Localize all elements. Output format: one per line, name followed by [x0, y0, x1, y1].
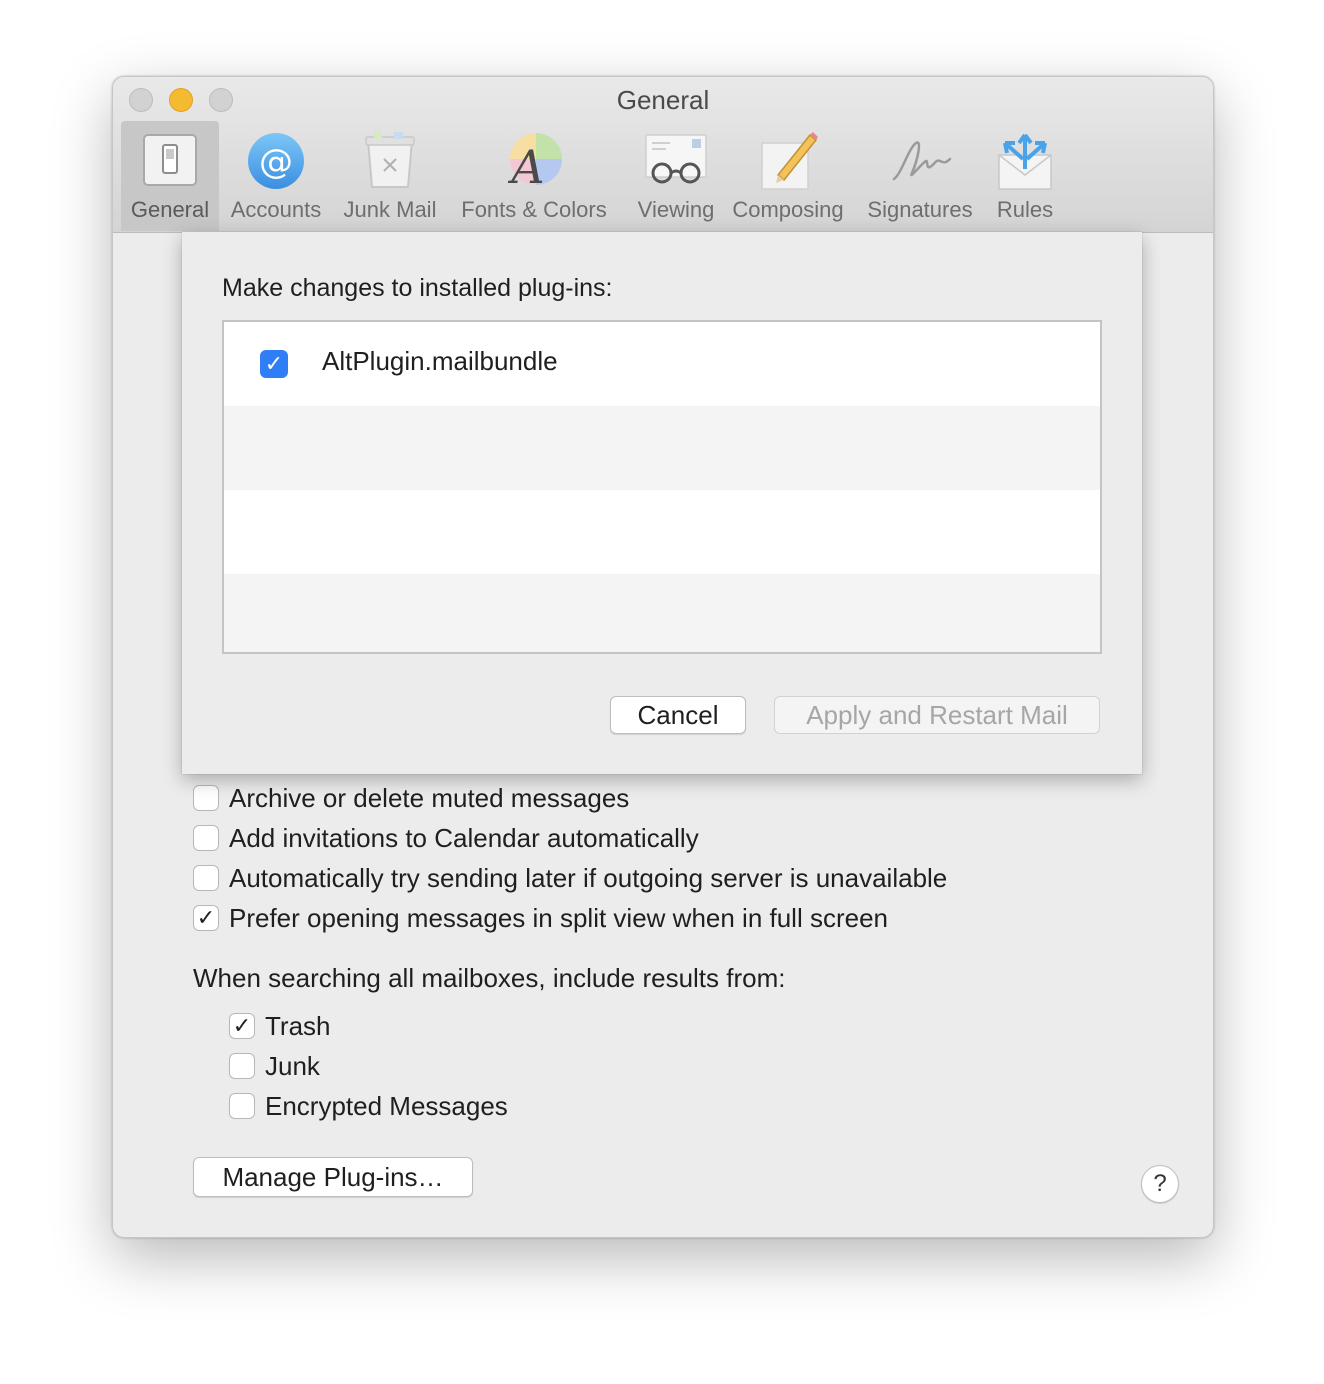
toolbar-tab-fonts-colors[interactable]: A Fonts & Colors — [451, 121, 617, 231]
toolbar-tab-junk-mail[interactable]: Junk Mail — [335, 121, 445, 231]
signature-icon — [892, 141, 952, 181]
manage-plugins-sheet: Make changes to installed plug-ins: ✓ Al… — [182, 232, 1142, 774]
glasses-icon — [645, 134, 707, 184]
font-color-icon: A — [507, 133, 562, 193]
apply-restart-button[interactable]: Apply and Restart Mail — [774, 696, 1100, 734]
toolbar-tab-accounts[interactable]: @ Accounts — [223, 121, 329, 231]
toolbar-label: Viewing — [637, 197, 715, 222]
checkbox-checked[interactable]: ✓ — [229, 1013, 255, 1039]
toolbar-tab-rules[interactable]: Rules — [985, 121, 1065, 231]
option-label: Junk — [265, 1051, 320, 1081]
plugin-name: AltPlugin.mailbundle — [322, 346, 558, 376]
toolbar-label: Rules — [996, 197, 1054, 222]
toolbar-tab-viewing[interactable]: Viewing — [623, 121, 729, 231]
toolbar-label: Signatures — [867, 197, 973, 222]
checkbox[interactable] — [193, 785, 219, 811]
svg-text:A: A — [507, 140, 544, 193]
cancel-button[interactable]: Cancel — [610, 696, 746, 734]
title-bar: General General @ Accounts Junk Mail A F… — [113, 77, 1213, 233]
option-label: Encrypted Messages — [265, 1091, 508, 1121]
option-label: Automatically try sending later if outgo… — [229, 863, 948, 893]
junk-bin-icon — [365, 131, 415, 188]
option-label: Trash — [265, 1011, 331, 1041]
checkbox[interactable] — [229, 1053, 255, 1079]
checkbox[interactable] — [229, 1093, 255, 1119]
option-label: Add invitations to Calendar automaticall… — [229, 823, 699, 853]
plugin-list: ✓ AltPlugin.mailbundle — [222, 320, 1102, 654]
help-button[interactable]: ? — [1141, 1165, 1179, 1203]
sheet-prompt: Make changes to installed plug-ins: — [222, 274, 613, 302]
at-sign-icon: @ — [248, 133, 304, 189]
toolbar-tab-composing[interactable]: Composing — [727, 121, 849, 231]
list-row-empty — [224, 490, 1100, 574]
general-switch-icon — [143, 134, 197, 186]
checkbox[interactable] — [193, 865, 219, 891]
plugin-row[interactable]: ✓ AltPlugin.mailbundle — [224, 322, 1100, 406]
toolbar-label: General — [130, 197, 210, 222]
list-row-empty — [224, 574, 1100, 652]
toolbar-label: Fonts & Colors — [461, 197, 607, 222]
rules-envelope-icon — [998, 133, 1052, 190]
option-label: Archive or delete muted messages — [229, 783, 630, 813]
toolbar-tab-signatures[interactable]: Signatures — [859, 121, 981, 231]
toolbar-label: Junk Mail — [343, 197, 437, 222]
toolbar-label: Composing — [732, 197, 844, 222]
svg-text:@: @ — [259, 142, 293, 182]
window-title: General — [616, 85, 710, 115]
list-row-empty — [224, 406, 1100, 490]
checkbox-checked[interactable]: ✓ — [193, 905, 219, 931]
pencil-paper-icon — [761, 132, 818, 190]
plugin-enabled-checkbox[interactable]: ✓ — [260, 350, 288, 378]
option-label: Prefer opening messages in split view wh… — [229, 903, 889, 933]
toolbar-label: Accounts — [230, 197, 322, 222]
search-include-heading: When searching all mailboxes, include re… — [193, 963, 786, 993]
toolbar-tab-general[interactable]: General — [121, 121, 219, 231]
checkbox[interactable] — [193, 825, 219, 851]
manage-plugins-button[interactable]: Manage Plug-ins… — [193, 1157, 473, 1197]
